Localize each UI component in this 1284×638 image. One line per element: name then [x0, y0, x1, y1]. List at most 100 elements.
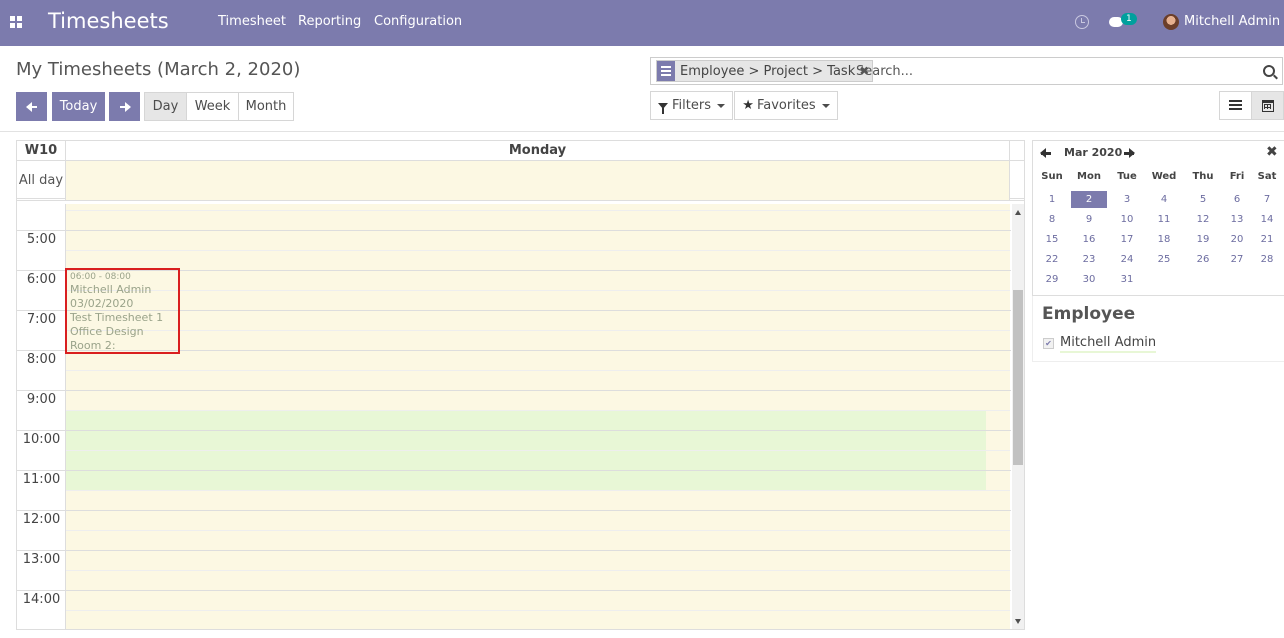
mini-calendar-day[interactable]: 25	[1146, 251, 1182, 268]
time-label-12: 12:00	[22, 512, 61, 527]
app-title: Timesheets	[48, 9, 169, 33]
mini-calendar-day[interactable]: 31	[1109, 271, 1145, 288]
allday-row: All day	[17, 161, 1024, 201]
time-label-6: 6:00	[26, 272, 57, 287]
mini-calendar-day[interactable]: 4	[1146, 191, 1182, 208]
mini-calendar-day[interactable]: 5	[1185, 191, 1221, 208]
mini-calendar-day[interactable]: 10	[1109, 211, 1145, 228]
user-avatar[interactable]	[1163, 14, 1179, 30]
page-title: My Timesheets (March 2, 2020)	[16, 59, 301, 80]
mini-calendar-day[interactable]: 28	[1249, 251, 1284, 268]
filters-button[interactable]: Filters	[650, 91, 733, 120]
today-button[interactable]: Today	[52, 92, 105, 121]
filter-item-employee[interactable]: Mitchell Admin	[1060, 335, 1157, 353]
time-label-13: 13:00	[22, 552, 61, 567]
event-task: Room 2: Decoration	[70, 339, 116, 352]
favorites-button[interactable]: ★ Favorites	[734, 91, 838, 120]
mini-next-icon[interactable]	[1123, 148, 1135, 158]
employee-filter-panel: Employee ✔ Mitchell Admin	[1032, 296, 1284, 362]
time-grid: 5:00 6:00 7:00 8:00 9:00 10:00 11:00 12:…	[17, 204, 1011, 629]
mini-calendar-day[interactable]: 3	[1109, 191, 1145, 208]
prev-button[interactable]	[16, 92, 47, 121]
mini-calendar-day[interactable]: 11	[1146, 211, 1182, 228]
arrow-right-icon	[119, 101, 131, 112]
time-label-5: 5:00	[26, 232, 57, 247]
mini-calendar-day[interactable]: 9	[1071, 211, 1107, 228]
calendar-view-button[interactable]	[1251, 91, 1284, 120]
mini-calendar-day[interactable]: 22	[1034, 251, 1070, 268]
filter-checkbox[interactable]: ✔	[1043, 338, 1054, 349]
caret-down-icon	[716, 103, 725, 108]
mini-calendar-day[interactable]: 30	[1071, 271, 1107, 288]
week-number: W10	[17, 141, 66, 161]
user-name: Mitchell Admin	[1184, 14, 1281, 29]
next-button[interactable]	[109, 92, 140, 121]
mini-calendar-day[interactable]: 14	[1249, 211, 1284, 228]
facet-label: Employee > Project > Task	[680, 63, 856, 79]
user-menu[interactable]: Mitchell Admin	[1184, 14, 1284, 29]
mini-prev-icon[interactable]	[1040, 148, 1052, 158]
caret-down-icon	[821, 103, 830, 108]
time-label-8: 8:00	[26, 352, 57, 367]
activity-clock-icon[interactable]	[1075, 15, 1089, 29]
weekday-label: Sat	[1257, 171, 1277, 182]
timesheet-event[interactable]: 06:00 - 08:00 Mitchell Admin 03/02/2020 …	[65, 268, 180, 354]
control-panel-border	[0, 131, 1284, 132]
search-icon[interactable]	[1263, 65, 1275, 77]
mini-calendar-day[interactable]: 29	[1034, 271, 1070, 288]
scroll-up-icon[interactable]	[1015, 210, 1021, 215]
mini-calendar-day[interactable]: 1	[1034, 191, 1070, 208]
favorites-label: Favorites	[756, 98, 816, 113]
event-name: Test Timesheet 1	[70, 311, 164, 324]
search-bar: Employee > Project > Task ✖	[650, 57, 1283, 85]
menu-configuration[interactable]: Configuration	[374, 14, 462, 29]
scale-week-button[interactable]: Week	[186, 92, 239, 121]
menu-reporting[interactable]: Reporting	[298, 14, 361, 29]
mini-calendar-day[interactable]: 8	[1034, 211, 1070, 228]
group-by-icon	[657, 61, 675, 81]
mini-calendar-day[interactable]: 26	[1185, 251, 1221, 268]
mini-calendar-day[interactable]: 7	[1249, 191, 1284, 208]
time-label-10: 10:00	[22, 432, 61, 447]
mini-calendar-day[interactable]: 17	[1109, 231, 1145, 248]
mini-calendar-header: Mar 2020 ✖	[1033, 141, 1284, 165]
mini-calendar-day[interactable]: 24	[1109, 251, 1145, 268]
top-navbar: Timesheets Timesheet Reporting Configura…	[0, 0, 1284, 46]
allday-cell[interactable]	[66, 161, 1010, 200]
time-label-11: 11:00	[22, 472, 61, 487]
vertical-scrollbar[interactable]	[1012, 204, 1024, 629]
arrow-left-icon	[25, 101, 38, 112]
scale-day-button[interactable]: Day	[144, 92, 187, 121]
time-label-7: 7:00	[26, 312, 57, 327]
mini-calendar: Mar 2020 ✖ Sun Mon Tue Wed Thu Fri Sat 1…	[1032, 140, 1284, 296]
scroll-down-icon[interactable]	[1015, 619, 1021, 624]
event-project: Office Design	[70, 325, 144, 338]
mini-calendar-day[interactable]: 16	[1071, 231, 1107, 248]
list-icon	[1229, 100, 1242, 111]
apps-menu-icon[interactable]	[10, 16, 22, 28]
search-input[interactable]	[856, 64, 1256, 79]
mini-calendar-day[interactable]: 2	[1071, 191, 1107, 208]
filter-icon	[658, 102, 669, 114]
weekday-label: Thu	[1192, 171, 1214, 182]
mini-calendar-day[interactable]: 12	[1185, 211, 1221, 228]
calendar-sidebar: Mar 2020 ✖ Sun Mon Tue Wed Thu Fri Sat 1…	[1032, 140, 1284, 362]
weekday-label: Mon	[1077, 171, 1101, 182]
day-header: Monday	[66, 141, 1010, 161]
scale-month-button[interactable]: Month	[238, 92, 294, 121]
event-employee: Mitchell Admin	[70, 283, 152, 296]
calendar-header: W10 Monday	[17, 141, 1024, 161]
filters-label: Filters	[672, 98, 711, 113]
chat-count-badge: 1	[1121, 13, 1137, 25]
scroll-thumb[interactable]	[1013, 290, 1023, 465]
mini-calendar-day[interactable]: 15	[1034, 231, 1070, 248]
list-view-button[interactable]	[1219, 91, 1252, 120]
menu-timesheet[interactable]: Timesheet	[218, 14, 286, 29]
weekday-label: Wed	[1151, 171, 1177, 182]
mini-calendar-day[interactable]: 19	[1185, 231, 1221, 248]
event-time: 06:00 - 08:00	[70, 272, 131, 282]
mini-calendar-day[interactable]: 23	[1071, 251, 1107, 268]
close-icon[interactable]: ✖	[1266, 144, 1278, 160]
mini-calendar-day[interactable]: 21	[1249, 231, 1284, 248]
mini-calendar-day[interactable]: 18	[1146, 231, 1182, 248]
